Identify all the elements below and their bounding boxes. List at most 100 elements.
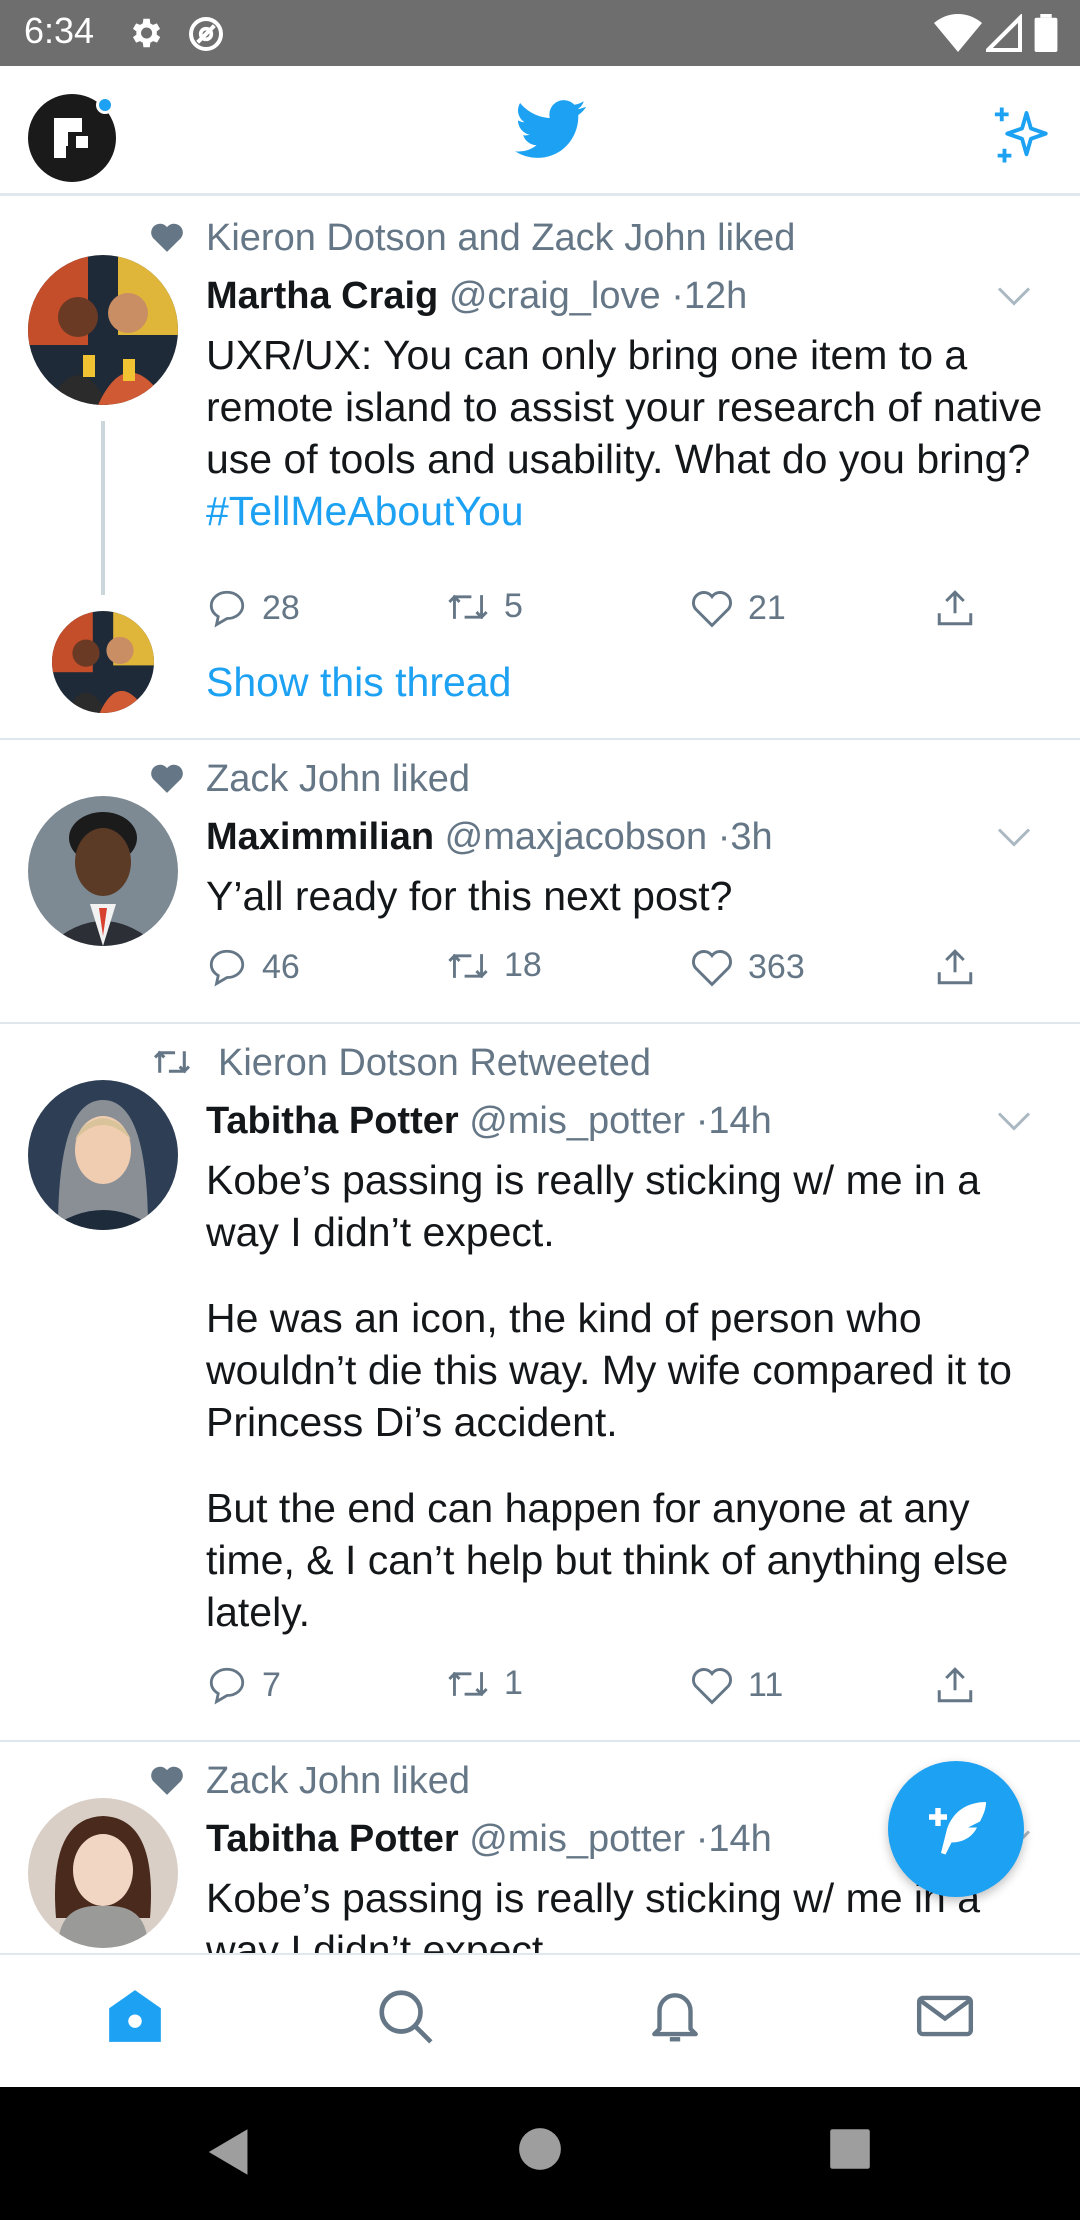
author-handle: @craig_love bbox=[448, 275, 661, 317]
tweet-header: Maximmilian @maxjacobson ·3h bbox=[206, 816, 773, 859]
like-button[interactable]: 11 bbox=[690, 1664, 783, 1706]
retweet-button[interactable]: 1 bbox=[446, 1664, 523, 1703]
profile-avatar[interactable] bbox=[28, 94, 116, 182]
settings-gear-icon bbox=[132, 18, 161, 48]
compose-tweet-icon bbox=[929, 1802, 986, 1855]
show-thread-link[interactable]: Show this thread bbox=[206, 659, 511, 706]
chevron-down-icon[interactable] bbox=[996, 285, 1032, 307]
system-navigation-bar bbox=[0, 2087, 1080, 2220]
avatar-photo bbox=[28, 796, 178, 946]
author-name[interactable]: Martha Craig bbox=[206, 275, 438, 317]
back-icon[interactable] bbox=[204, 2127, 250, 2177]
heart-outline-icon bbox=[692, 1668, 732, 1705]
notifications-bell-icon[interactable] bbox=[644, 1985, 706, 2047]
at-sign-icon bbox=[189, 17, 223, 51]
heart-outline-icon bbox=[692, 950, 732, 987]
wifi-icon bbox=[934, 14, 982, 52]
chevron-down-icon[interactable] bbox=[996, 1110, 1032, 1132]
like-count: 363 bbox=[748, 947, 805, 986]
tweet-actions: 28 5 21 bbox=[206, 587, 996, 637]
retweet-icon bbox=[448, 1671, 488, 1696]
reply-count: 7 bbox=[262, 1665, 281, 1704]
social-context: Zack John liked bbox=[206, 758, 471, 800]
avatar[interactable] bbox=[28, 255, 178, 405]
like-count: 21 bbox=[748, 588, 786, 627]
tweet[interactable]: Kieron Dotson Retweeted Tabitha Potter @… bbox=[0, 1024, 1080, 1742]
hashtag-link[interactable]: #TellMeAboutYou bbox=[206, 488, 524, 534]
signal-icon bbox=[986, 14, 1022, 52]
messages-mail-icon[interactable] bbox=[914, 1985, 976, 2047]
social-context: Kieron Dotson and Zack John liked bbox=[206, 217, 796, 259]
like-button[interactable]: 21 bbox=[690, 587, 786, 629]
share-button[interactable] bbox=[934, 946, 990, 988]
search-icon[interactable] bbox=[374, 1985, 436, 2047]
reply-icon bbox=[209, 590, 245, 628]
reply-button[interactable]: 7 bbox=[206, 1664, 281, 1706]
status-time: 6:34 bbox=[24, 10, 95, 51]
reply-icon bbox=[209, 1667, 245, 1705]
avatar-photo bbox=[28, 1080, 178, 1230]
avatar[interactable] bbox=[28, 796, 178, 946]
thread-avatar[interactable] bbox=[52, 611, 154, 713]
share-button[interactable] bbox=[934, 587, 990, 629]
heart-icon bbox=[151, 223, 183, 252]
share-icon bbox=[937, 590, 973, 626]
retweet-count: 18 bbox=[504, 946, 542, 984]
retweet-icon bbox=[153, 1050, 191, 1074]
tweet-time: ·14h bbox=[695, 1818, 772, 1860]
author-name[interactable]: Tabitha Potter bbox=[206, 1818, 459, 1860]
reply-button[interactable]: 28 bbox=[206, 587, 300, 629]
tweet-header: Martha Craig @craig_love ·12h bbox=[206, 275, 747, 318]
tweet-header: Tabitha Potter @mis_potter ·14h bbox=[206, 1100, 772, 1143]
author-name[interactable]: Maximmilian bbox=[206, 816, 434, 858]
tweet-paragraph: He was an icon, the kind of person who w… bbox=[206, 1295, 1012, 1445]
reply-count: 46 bbox=[262, 947, 300, 986]
retweet-icon bbox=[448, 953, 488, 978]
retweet-count: 1 bbox=[504, 1664, 523, 1702]
battery-icon bbox=[1034, 14, 1058, 52]
tweet-text: UXR/UX: You can only bring one item to a… bbox=[206, 332, 1043, 534]
home-circle-icon[interactable] bbox=[518, 2127, 562, 2171]
tweet[interactable]: Zack John liked Maximmilian @maxjacobson… bbox=[0, 740, 1080, 1024]
notification-dot bbox=[96, 96, 114, 114]
reply-count: 28 bbox=[262, 588, 300, 627]
tweet-paragraph: Kobe’s passing is really sticking w/ me … bbox=[206, 1157, 981, 1255]
heart-outline-icon bbox=[692, 591, 732, 628]
social-context: Kieron Dotson Retweeted bbox=[218, 1042, 652, 1084]
home-icon[interactable] bbox=[104, 1985, 166, 2047]
bottom-navigation bbox=[0, 1953, 1080, 2087]
avatar[interactable] bbox=[28, 1080, 178, 1230]
reply-icon bbox=[209, 949, 245, 987]
reply-button[interactable]: 46 bbox=[206, 946, 300, 988]
tweet-time: ·14h bbox=[695, 1100, 772, 1142]
avatar-photo bbox=[52, 611, 154, 713]
app-header bbox=[0, 66, 1080, 196]
chevron-down-icon[interactable] bbox=[996, 826, 1032, 848]
retweet-count: 5 bbox=[504, 587, 523, 625]
status-bar: 6:34 bbox=[0, 0, 1080, 66]
retweet-icon bbox=[448, 594, 488, 619]
share-button[interactable] bbox=[934, 1664, 990, 1706]
tweet[interactable]: Kieron Dotson and Zack John liked Martha… bbox=[0, 199, 1080, 740]
tweet-paragraph: But the end can happen for anyone at any… bbox=[206, 1485, 1009, 1635]
author-name[interactable]: Tabitha Potter bbox=[206, 1100, 459, 1142]
retweet-button[interactable]: 18 bbox=[446, 946, 542, 985]
author-handle: @mis_potter bbox=[469, 1818, 686, 1860]
recents-square-icon[interactable] bbox=[828, 2127, 872, 2171]
social-context: Zack John liked bbox=[206, 1760, 471, 1802]
avatar-photo bbox=[28, 1798, 178, 1948]
twitter-bird-icon bbox=[515, 100, 586, 158]
thread-line bbox=[101, 421, 105, 595]
like-button[interactable]: 363 bbox=[690, 946, 805, 988]
avatar[interactable] bbox=[28, 1798, 178, 1948]
tweet-actions: 7 1 11 bbox=[206, 1664, 996, 1714]
compose-tweet-button[interactable] bbox=[888, 1761, 1024, 1897]
like-count: 11 bbox=[748, 1665, 784, 1704]
author-handle: @mis_potter bbox=[469, 1100, 686, 1142]
tweet-time: ·3h bbox=[717, 816, 773, 858]
tweet-text: Kobe’s passing is really sticking w/ me … bbox=[206, 1154, 1046, 1638]
tweet-actions: 46 18 363 bbox=[206, 946, 996, 996]
sparkle-icon[interactable] bbox=[988, 102, 1054, 168]
heart-icon bbox=[151, 764, 183, 793]
retweet-button[interactable]: 5 bbox=[446, 587, 523, 626]
